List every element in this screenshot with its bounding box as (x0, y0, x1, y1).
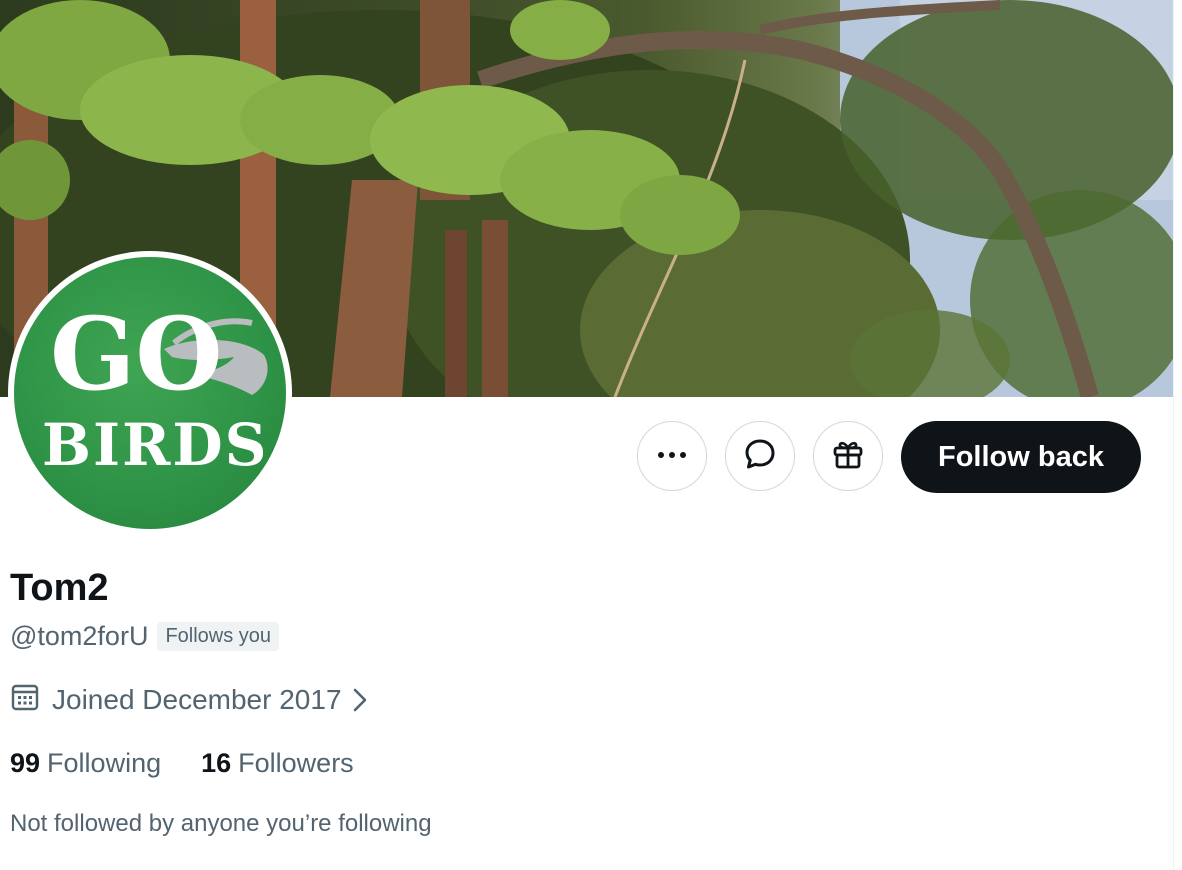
joined-date-row[interactable]: Joined December 2017 (10, 682, 368, 717)
handle-row: @tom2forU Follows you (10, 621, 280, 652)
avatar-text-birds: BIRDS (42, 411, 269, 479)
following-label: Following (47, 748, 162, 778)
message-button[interactable] (725, 421, 795, 491)
message-bubble-icon (743, 437, 777, 476)
profile-handle: @tom2forU (10, 621, 149, 651)
avatar-text-go: GO (50, 295, 223, 413)
follows-you-badge: Follows you (157, 622, 280, 651)
followers-count: 16 (201, 748, 232, 778)
more-options-button[interactable] (637, 421, 707, 491)
following-count: 99 (10, 748, 41, 778)
more-horizontal-icon (657, 447, 687, 465)
calendar-icon (10, 682, 40, 717)
mutual-followers-note: Not followed by anyone you’re following (10, 810, 432, 837)
avatar-image: GO BIRDS (14, 257, 286, 529)
profile-avatar[interactable]: GO BIRDS (8, 251, 292, 535)
column-divider (1173, 0, 1174, 870)
following-link[interactable]: 99 Following (10, 748, 161, 779)
chevron-right-icon (352, 687, 368, 713)
followers-link[interactable]: 16 Followers (201, 748, 354, 779)
gift-button[interactable] (813, 421, 883, 491)
profile-display-name: Tom2 (10, 567, 109, 609)
gift-icon (831, 437, 865, 476)
follow-stats: 99 Following 16 Followers (10, 748, 354, 779)
joined-date: Joined December 2017 (52, 683, 342, 715)
followers-label: Followers (238, 748, 354, 778)
follow-back-button[interactable]: Follow back (901, 421, 1141, 493)
